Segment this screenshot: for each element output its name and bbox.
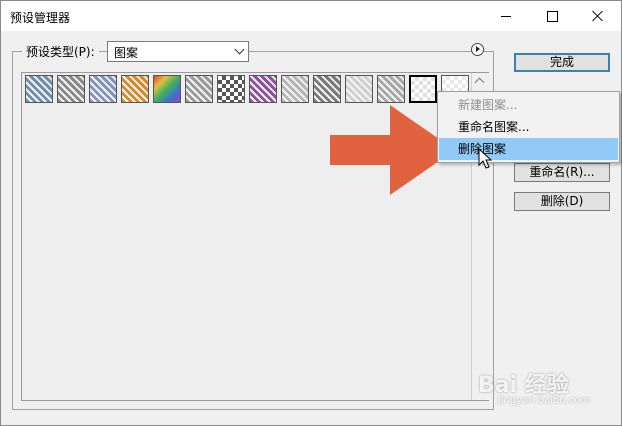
- pattern-noise-gray-icon[interactable]: [57, 75, 85, 103]
- pattern-marble-icon[interactable]: [377, 75, 405, 103]
- done-button[interactable]: 完成: [514, 53, 610, 72]
- close-icon: [592, 10, 604, 22]
- minimize-button[interactable]: [483, 1, 529, 31]
- menu-item-new-pattern[interactable]: 新建图案...: [439, 94, 618, 116]
- panel-menu-arrow-icon[interactable]: [471, 43, 484, 56]
- menu-item-rename-pattern[interactable]: 重命名图案...: [439, 116, 618, 138]
- scroll-up-icon[interactable]: [474, 77, 485, 88]
- preset-type-label: 预设类型(P):: [22, 43, 99, 60]
- pattern-cloud-gray-icon[interactable]: [281, 75, 309, 103]
- pattern-checker-icon[interactable]: [217, 75, 245, 103]
- preset-type-value: 图案: [114, 46, 139, 60]
- menu-item-delete-pattern[interactable]: 删除图案: [439, 138, 618, 160]
- pattern-rainbow-icon[interactable]: [153, 75, 181, 103]
- maximize-button[interactable]: [529, 1, 575, 31]
- swatch-strip: [25, 75, 470, 105]
- context-menu: 新建图案... 重命名图案... 删除图案: [437, 91, 620, 163]
- preset-type-select[interactable]: 图案: [107, 41, 249, 62]
- pattern-multicolor-icon[interactable]: [249, 75, 277, 103]
- pattern-granite-icon[interactable]: [313, 75, 341, 103]
- pattern-bubbles-icon[interactable]: [25, 75, 53, 103]
- window-title: 预设管理器: [10, 11, 71, 25]
- pattern-transparent-icon[interactable]: [409, 75, 437, 103]
- rename-button[interactable]: 重命名(R)...: [514, 163, 610, 182]
- pattern-fabric-blue-icon[interactable]: [89, 75, 117, 103]
- pattern-stone-gray-icon[interactable]: [185, 75, 213, 103]
- title-bar: 预设管理器: [1, 1, 621, 31]
- delete-button[interactable]: 删除(D): [514, 192, 610, 211]
- pattern-zigzag-icon[interactable]: [345, 75, 373, 103]
- close-button[interactable]: [575, 1, 621, 31]
- mouse-cursor-icon: [478, 148, 492, 169]
- chevron-down-icon: [234, 44, 245, 55]
- watermark-url: jingyan.baidu.com: [498, 395, 591, 406]
- maximize-icon: [546, 10, 558, 22]
- minimize-icon: [501, 15, 511, 17]
- pattern-orange-texture-icon[interactable]: [121, 75, 149, 103]
